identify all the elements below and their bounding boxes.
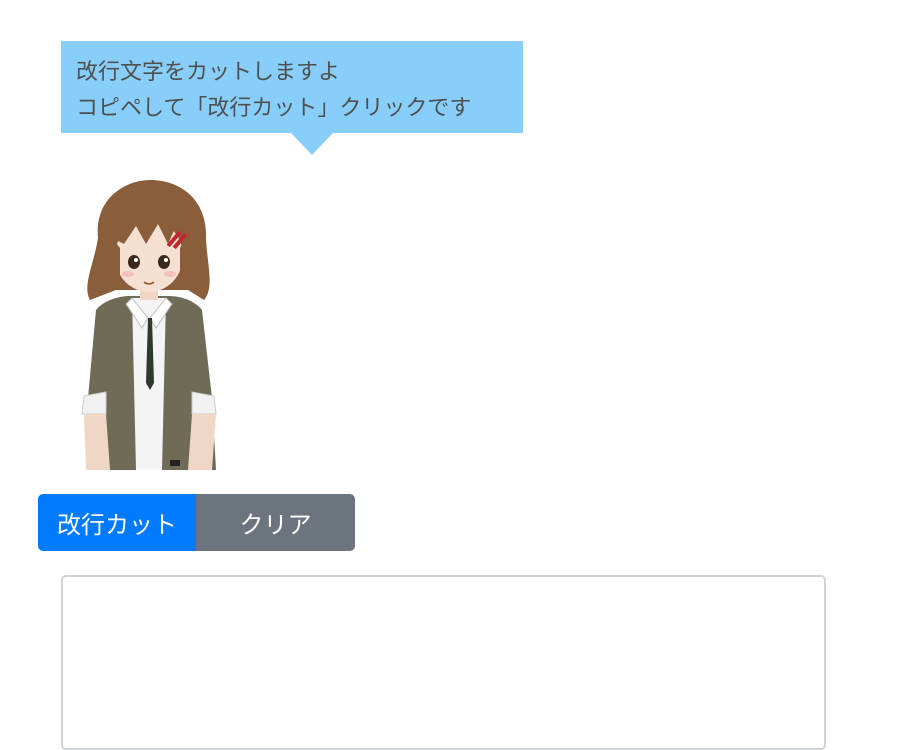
- text-input-area[interactable]: [61, 575, 826, 750]
- speech-bubble-line-1: 改行文字をカットしますよ: [76, 60, 341, 85]
- speech-bubble: 改行文字をカットしますよ コピペして「改行カット」クリックです: [61, 41, 523, 155]
- action-button-group: 改行カット クリア: [38, 494, 355, 551]
- mascot-character-image: [81, 180, 217, 470]
- speech-bubble-tail: [291, 133, 333, 155]
- clear-button[interactable]: クリア: [196, 494, 355, 551]
- speech-bubble-line-2: コピペして「改行カット」クリックです: [76, 96, 472, 121]
- cut-newlines-button[interactable]: 改行カット: [38, 494, 196, 551]
